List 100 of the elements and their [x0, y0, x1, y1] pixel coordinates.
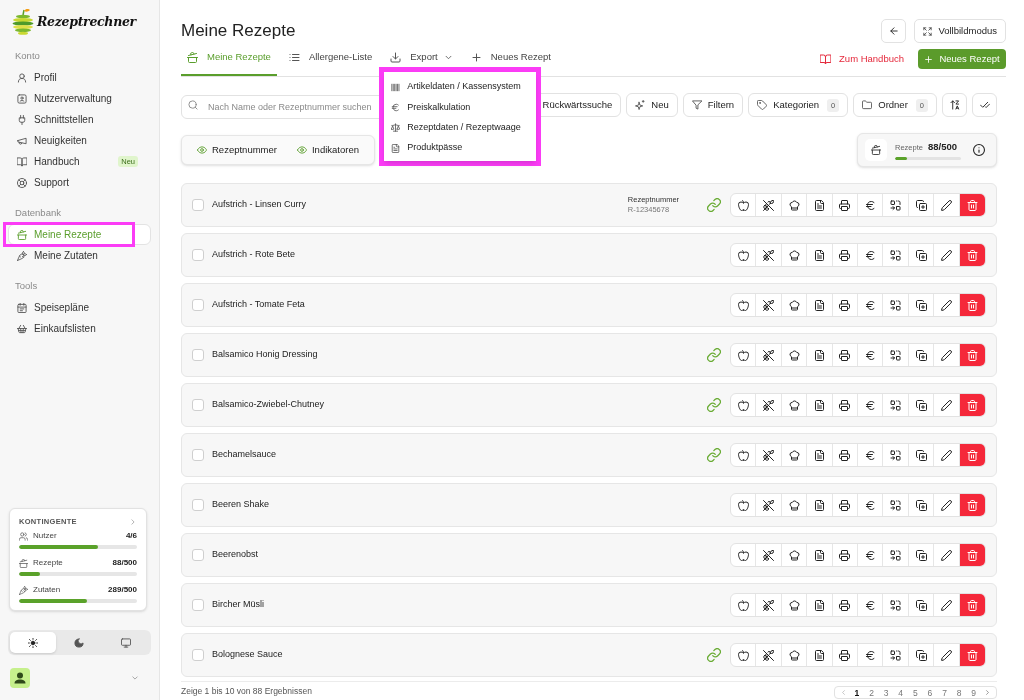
sidebar-item[interactable]: Speisepläne — [8, 297, 151, 318]
delete-button[interactable] — [959, 544, 985, 566]
copy-icon — [915, 349, 927, 361]
section-title: Tools — [15, 279, 38, 294]
light-theme-button[interactable] — [10, 632, 57, 653]
chef-hat-icon — [788, 499, 800, 511]
quota-value: 88/500 — [927, 139, 957, 154]
trash-icon — [966, 299, 978, 311]
printer-icon — [839, 399, 851, 411]
crossed-wheat-icon — [763, 449, 775, 461]
apple-icon — [737, 299, 749, 311]
sidebar-item[interactable]: Einkaufslisten — [8, 318, 151, 339]
pencil-icon — [940, 599, 952, 611]
row-checkbox[interactable] — [192, 499, 204, 511]
row-checkbox[interactable] — [192, 199, 204, 211]
chef-hat-icon — [788, 299, 800, 311]
page-button[interactable]: 4 — [893, 687, 909, 698]
delete-button[interactable] — [959, 244, 985, 266]
delete-button[interactable] — [959, 194, 985, 216]
basket-icon — [17, 323, 27, 334]
trash-icon — [966, 549, 978, 561]
page-button[interactable]: 8 — [951, 687, 967, 698]
printer-icon — [839, 499, 851, 511]
page-button[interactable]: 1 — [849, 687, 865, 698]
page-button[interactable]: 5 — [908, 687, 923, 698]
row-checkbox[interactable] — [192, 649, 204, 661]
filter-button[interactable]: Filtern — [682, 93, 744, 117]
delete-button[interactable] — [959, 344, 985, 366]
printer-icon — [839, 449, 851, 461]
sort-button[interactable] — [942, 93, 967, 117]
users-icon — [19, 531, 28, 541]
chef-hat-icon — [788, 549, 800, 561]
plug-icon — [17, 114, 27, 125]
row-checkbox[interactable] — [192, 449, 204, 461]
delete-button[interactable] — [959, 394, 985, 416]
crossed-wheat-icon — [763, 299, 775, 311]
new-filter-button[interactable]: Neu — [626, 93, 678, 117]
vertical-bars-icon — [391, 82, 401, 92]
download-icon — [390, 52, 402, 63]
delete-button[interactable] — [959, 594, 985, 616]
document-icon — [813, 399, 825, 411]
page-button[interactable]: 6 — [922, 687, 938, 698]
tab[interactable]: Meine Rezepte — [181, 49, 277, 76]
scan-icon — [890, 549, 902, 561]
pot-icon — [17, 229, 27, 240]
expand-icon — [923, 26, 933, 36]
column-toggle[interactable]: Indikatoren — [296, 142, 359, 158]
apple-icon — [737, 199, 749, 211]
menu-item[interactable]: Rezeptdaten / Rezeptwaage — [384, 117, 537, 138]
pencil-icon — [940, 249, 952, 261]
apple-icon — [737, 549, 749, 561]
sidebar-item[interactable]: Profil — [8, 67, 151, 88]
fullscreen-button[interactable]: Vollbildmodus — [914, 19, 1006, 43]
page-button[interactable]: 3 — [878, 687, 894, 698]
trash-icon — [966, 599, 978, 611]
crossed-wheat-icon — [763, 199, 775, 211]
tab[interactable]: Neues Rezept — [464, 49, 557, 76]
tab[interactable]: Allergene-Liste — [282, 49, 379, 76]
page-button[interactable]: 2 — [864, 687, 879, 698]
scan-icon — [890, 199, 902, 211]
avatar-icon[interactable] — [10, 668, 30, 688]
column-toggle[interactable]: Rezeptnummer — [197, 142, 277, 158]
quota-label: Nutzer — [33, 530, 57, 542]
user-icon — [17, 72, 27, 83]
recipe-name: Aufstrich - Rote Bete — [212, 248, 297, 262]
info-icon — [973, 144, 985, 156]
chef-hat-icon — [788, 249, 800, 261]
crossed-wheat-icon — [763, 399, 775, 411]
delete-button[interactable] — [959, 444, 985, 466]
row-checkbox[interactable] — [192, 349, 204, 361]
row-checkbox[interactable] — [192, 399, 204, 411]
book-icon — [17, 156, 27, 167]
trash-icon — [966, 249, 978, 261]
sidebar-item[interactable]: Support — [8, 172, 151, 193]
page-button[interactable]: 9 — [966, 687, 981, 698]
page-button[interactable]: 7 — [937, 687, 952, 698]
back-button[interactable] — [881, 19, 907, 43]
tab[interactable]: Export — [384, 49, 459, 76]
document-icon — [391, 143, 401, 153]
row-checkbox[interactable] — [192, 249, 204, 261]
chef-hat-icon — [788, 449, 800, 461]
sidebar-item[interactable]: Schnittstellen — [8, 109, 151, 130]
menu-item[interactable]: Produktpässe — [384, 137, 537, 159]
carrot-icon — [19, 585, 28, 595]
document-icon — [813, 349, 825, 361]
euro-icon — [864, 249, 876, 261]
recipe-name: Beeren Shake — [212, 498, 271, 512]
sidebar-item[interactable]: Meine Zutaten — [8, 245, 151, 266]
manual-link[interactable]: Zum Handbuch — [820, 49, 904, 69]
delete-button[interactable] — [959, 494, 985, 516]
sidebar-item[interactable]: Nutzerverwaltung — [8, 88, 151, 109]
moon-icon — [74, 637, 85, 648]
delete-button[interactable] — [959, 644, 985, 666]
delete-button[interactable] — [959, 294, 985, 316]
row-checkbox[interactable] — [192, 599, 204, 611]
sidebar-item[interactable]: Neuigkeiten — [8, 130, 151, 151]
row-checkbox[interactable] — [192, 299, 204, 311]
document-icon — [813, 599, 825, 611]
row-checkbox[interactable] — [192, 549, 204, 561]
double-check-icon — [979, 100, 990, 110]
